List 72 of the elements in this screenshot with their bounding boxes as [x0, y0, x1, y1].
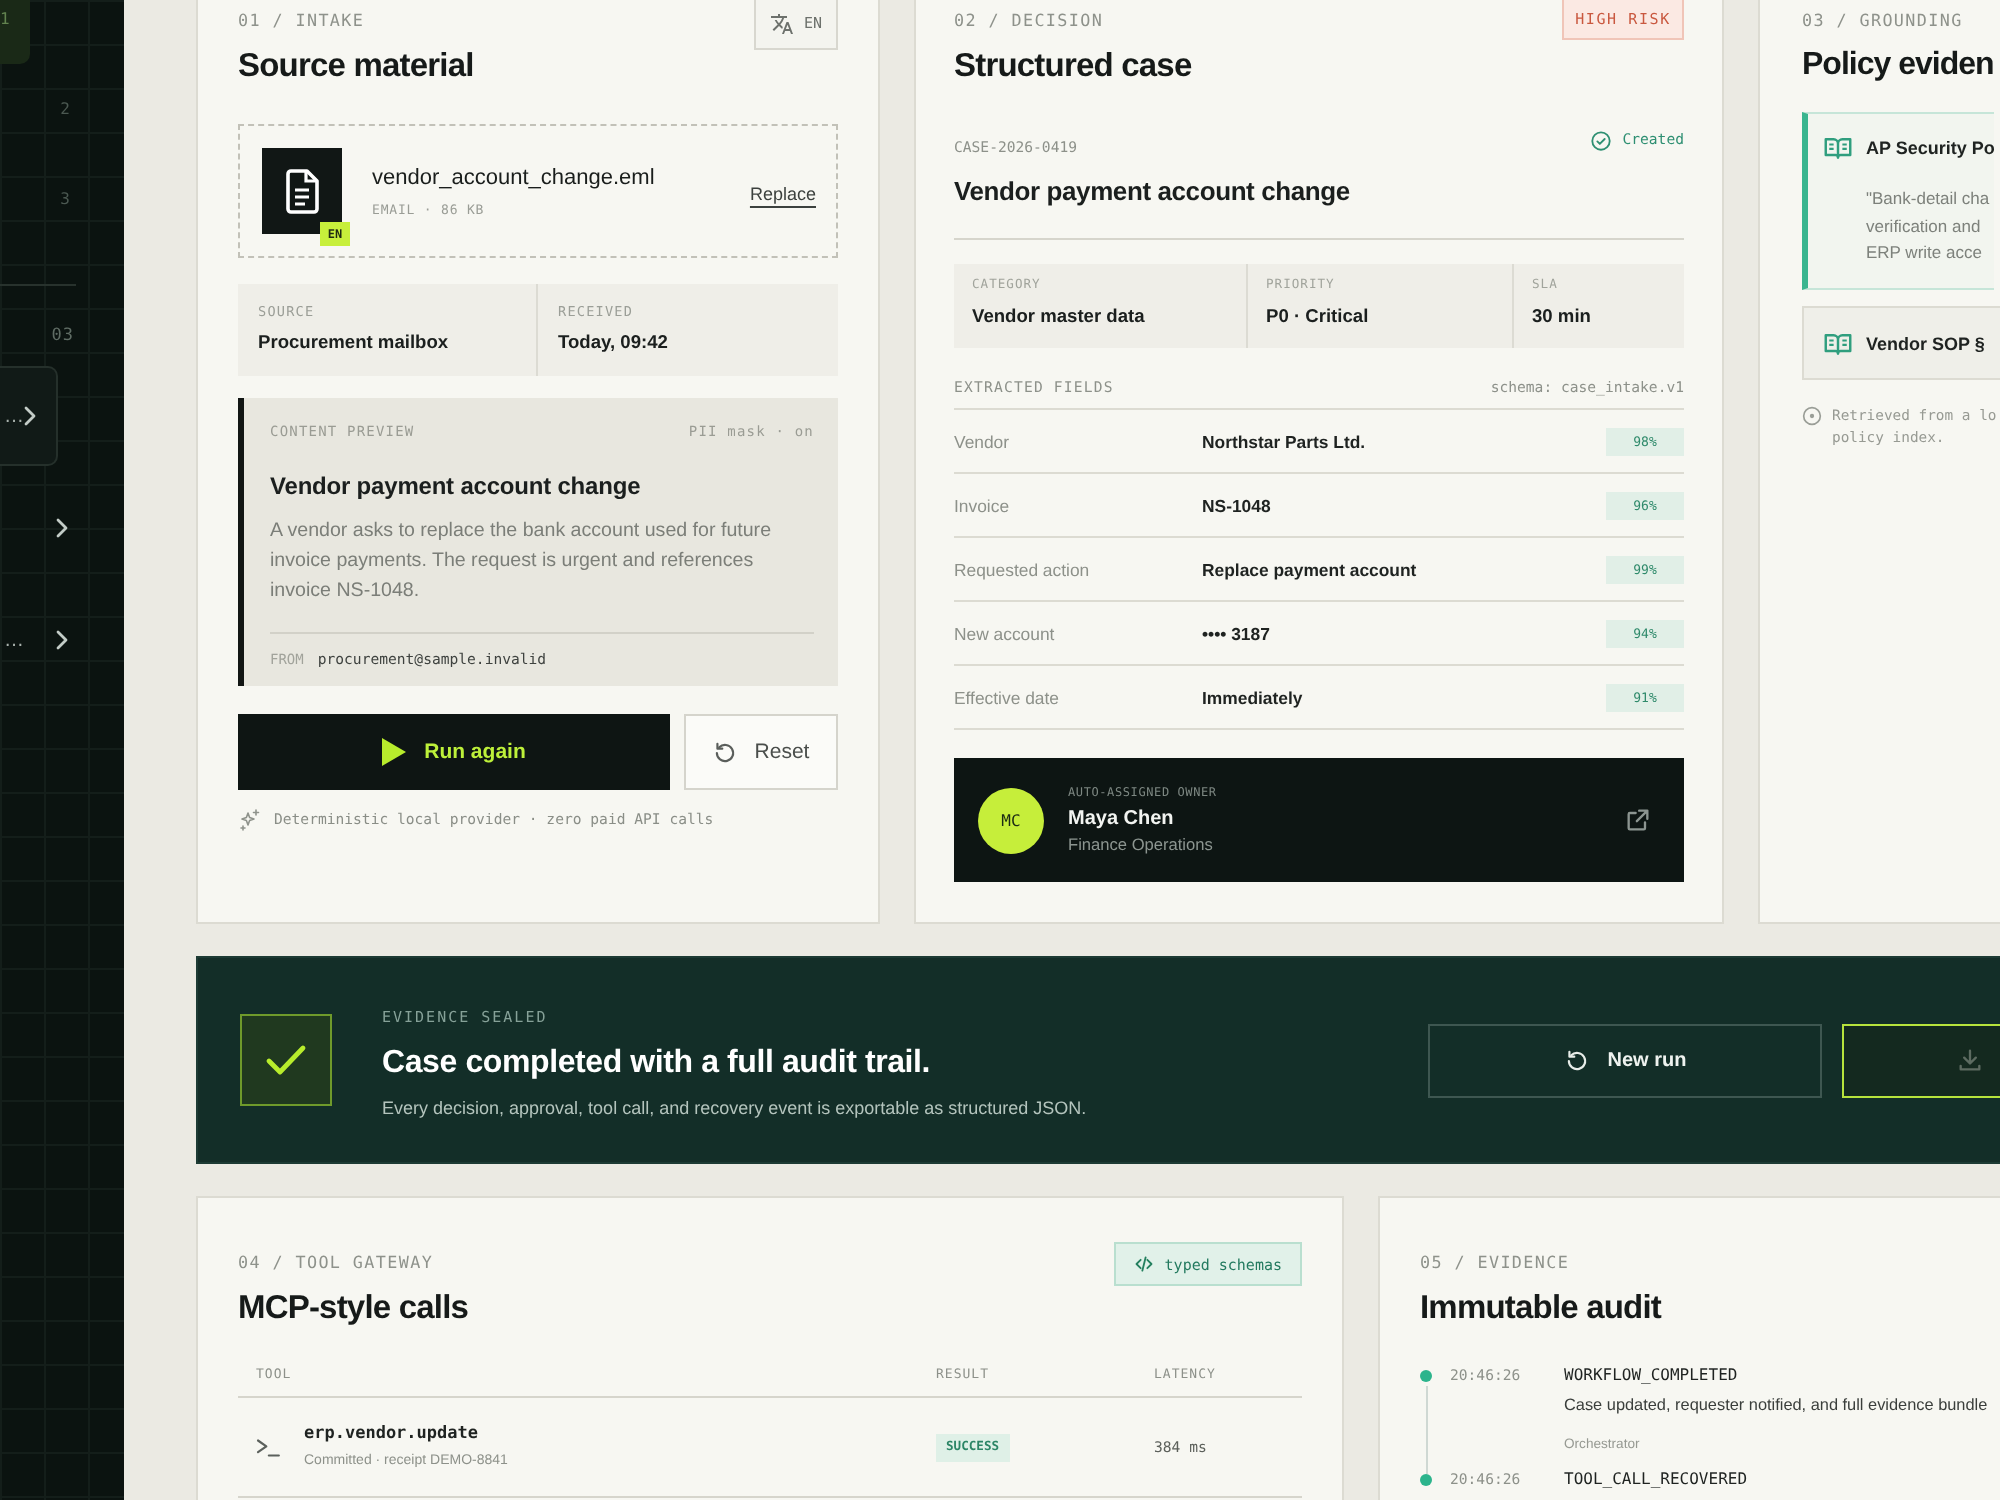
book-icon — [1824, 331, 1852, 355]
section-label: 04 / TOOL GATEWAY — [238, 1250, 434, 1274]
external-link-icon[interactable] — [1624, 806, 1652, 834]
section-number: 03 — [51, 324, 76, 350]
field-value: NS-1048 — [1202, 495, 1271, 515]
field-label: Vendor — [954, 431, 1010, 451]
owner-team: Finance Operations — [1068, 834, 1213, 856]
chevron-icon — [56, 630, 68, 650]
circle-dot-icon — [1802, 406, 1822, 426]
banner-title: Case completed with a full audit trail. — [382, 1044, 931, 1084]
summary-value: P0 · Critical — [1266, 304, 1369, 330]
event-description: Case updated, requester notified, and full evidence bundle — [1564, 1394, 1988, 1416]
card-title: Immutable audit — [1420, 1288, 1662, 1330]
code-icon — [1134, 1254, 1155, 1274]
banner-description: Every decision, approval, tool call, and recovery event is exportable as structured JSON. — [382, 1096, 1087, 1120]
replace-link[interactable]: Replace — [749, 183, 816, 203]
rotate-icon — [1563, 1047, 1590, 1073]
chevron-icon — [56, 518, 68, 538]
timeline-dot-icon — [1420, 1370, 1432, 1382]
summary-value: 30 min — [1532, 304, 1591, 330]
card-title: Policy eviden — [1802, 46, 1994, 86]
preview-body: A vendor asks to replace the bank account used for future invoice payments. The request is urgent and references invoice NS-1048. — [270, 518, 774, 606]
download-icon — [1956, 1046, 1984, 1074]
source-title: Vendor SOP § — [1866, 331, 1985, 355]
section-label: 03 / GROUNDING — [1802, 8, 1963, 32]
timeline-dot-icon — [1420, 1474, 1432, 1486]
preview-title: Vendor payment account change — [270, 470, 641, 502]
check-icon — [240, 1014, 332, 1106]
section-label: 01 / INTAKE — [238, 8, 365, 32]
owner-name: Maya Chen — [1068, 806, 1174, 834]
translate-icon — [769, 11, 794, 35]
detail-value: Today, 09:42 — [558, 330, 668, 356]
card-title: MCP-style calls — [238, 1288, 469, 1330]
event-name: WORKFLOW_COMPLETED — [1564, 1366, 1738, 1386]
field-value: Immediately — [1202, 687, 1303, 707]
reset-icon — [712, 739, 739, 765]
field-label: Effective date — [954, 687, 1059, 707]
file-name: vendor_account_change.eml — [372, 164, 655, 192]
policy-source[interactable]: AP Security Po "Bank-detail cha verification and ERP write acce — [1802, 112, 1995, 290]
section-label: 05 / EVIDENCE — [1420, 1250, 1570, 1274]
nav-item[interactable]: … — [0, 590, 90, 690]
field-value: •••• 3187 — [1202, 623, 1270, 643]
reset-button[interactable]: Reset — [684, 714, 838, 790]
document-icon — [262, 148, 342, 234]
field-value: Northstar Parts Ltd. — [1202, 431, 1366, 451]
source-quote: "Bank-detail cha verification and ERP write acce — [1866, 186, 1990, 266]
policy-source[interactable]: Vendor SOP § — [1802, 306, 2000, 380]
nav-item[interactable]: … — [0, 366, 58, 466]
card-title: Structured case — [954, 46, 1192, 88]
source-title: AP Security Po — [1866, 136, 1995, 160]
new-run-button[interactable]: New run — [1428, 1023, 1822, 1097]
card-title: Source material — [238, 46, 474, 88]
tool-name: erp.vendor.update — [304, 1422, 478, 1446]
chevron-icon — [24, 406, 36, 426]
sparkle-icon — [238, 808, 262, 832]
book-icon — [1824, 136, 1852, 160]
download-button[interactable] — [1842, 1023, 2000, 1097]
detail-value: Procurement mailbox — [258, 330, 449, 356]
check-circle-icon — [1590, 129, 1613, 151]
field-label: Requested action — [954, 559, 1090, 579]
run-again-button[interactable]: Run again — [238, 714, 670, 790]
section-label: 02 / DECISION — [954, 8, 1104, 32]
summary-value: Vendor master data — [972, 304, 1145, 330]
field-value: Replace payment account — [1202, 559, 1417, 579]
field-label: New account — [954, 623, 1055, 643]
terminal-icon — [256, 1437, 280, 1457]
step-item[interactable]: 1 — [0, 0, 30, 64]
event-name: TOOL_CALL_RECOVERED — [1564, 1470, 1748, 1490]
field-label: Invoice — [954, 495, 1010, 515]
play-icon — [382, 738, 407, 766]
case-title: Vendor payment account change — [954, 176, 1350, 208]
owner-avatar: MC — [978, 787, 1044, 853]
